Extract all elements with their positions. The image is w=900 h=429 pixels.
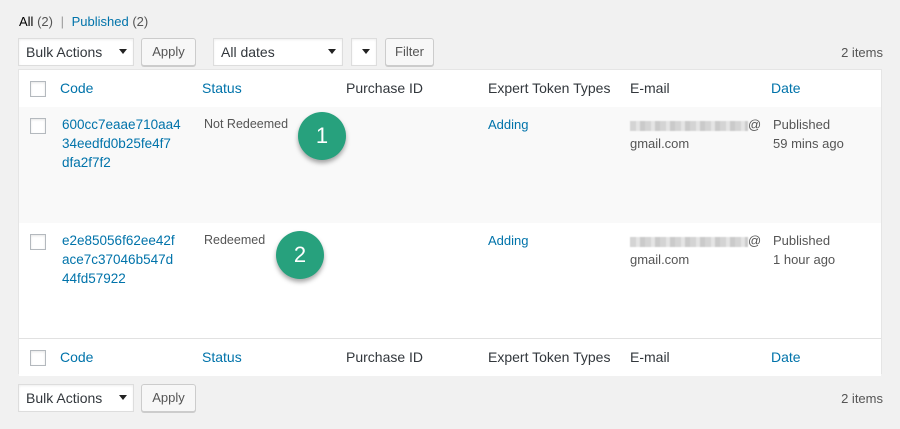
row-checkbox[interactable] [30,118,46,134]
table-row: 600cc7eaae710aa4 34eedfd0b25fe4f7 dfa2f7… [19,107,881,223]
view-filters: All (2) | Published (2) [19,14,148,29]
redacted-email [630,236,748,247]
token-type-link[interactable]: Adding [488,231,528,250]
bulk-actions-select-top[interactable]: Bulk Actions [18,38,134,66]
date-ago: 59 mins ago [773,136,844,151]
apply-button-bottom[interactable]: Apply [141,384,196,412]
chevron-down-icon [119,395,127,400]
table-header: Code Status Purchase ID Expert Token Typ… [19,70,881,108]
column-expert-token-types-footer: Expert Token Types [488,349,611,365]
code-line: dfa2f7f2 [62,155,111,170]
row-checkbox[interactable] [30,234,46,250]
annotation-badge-1: 1 [298,112,346,160]
email-domain: gmail.com [630,252,690,267]
column-purchase-id: Purchase ID [346,80,424,96]
column-email-footer: E-mail [630,349,670,365]
date-status: Published [773,117,831,132]
redacted-email [630,120,748,131]
bulk-actions-select-bottom[interactable]: Bulk Actions [18,384,134,412]
table-footer: Code Status Purchase ID Expert Token Typ… [19,338,881,376]
column-status[interactable]: Status [202,80,242,96]
code-line: 600cc7eaae710aa4 [62,117,181,132]
bulk-actions-select-top-value: Bulk Actions [26,44,103,60]
dates-filter-select-value: All dates [221,44,275,60]
status-text: Redeemed [204,233,266,247]
view-published-count: (2) [132,14,149,29]
secondary-filter-select[interactable] [351,38,377,66]
email-cell: @ gmail.com [630,115,761,153]
view-all-count: (2) [37,14,53,29]
status-text: Not Redeemed [204,117,289,131]
email-domain: gmail.com [630,136,690,151]
column-email: E-mail [630,80,670,96]
code-line: ace7c37046b547d [62,252,174,267]
column-expert-token-types: Expert Token Types [488,80,611,96]
chevron-down-icon [119,49,127,54]
select-all-checkbox-footer[interactable] [30,350,46,366]
code-link[interactable]: e2e85056f62ee42f ace7c37046b547d 44fd579… [62,231,187,288]
code-line: 34eedfd0b25fe4f7 [62,136,171,151]
table-row: e2e85056f62ee42f ace7c37046b547d 44fd579… [19,223,881,339]
items-count-top: 2 items [841,45,883,60]
select-all-checkbox[interactable] [30,81,46,97]
date-cell: Published 1 hour ago [773,231,835,269]
view-published-link[interactable]: Published [72,14,129,29]
dates-filter-select[interactable]: All dates [213,38,343,66]
annotation-badge-2: 2 [276,231,324,279]
date-cell: Published 59 mins ago [773,115,844,153]
chevron-down-icon [362,49,370,54]
code-line: e2e85056f62ee42f [62,233,175,248]
items-count-bottom: 2 items [841,391,883,406]
column-status-footer[interactable]: Status [202,349,242,365]
column-code[interactable]: Code [60,80,93,96]
token-type-link[interactable]: Adding [488,115,528,134]
column-purchase-id-footer: Purchase ID [346,349,424,365]
email-at: @ [748,117,762,132]
view-all-link[interactable]: All [19,14,33,29]
code-line: 44fd57922 [62,271,126,286]
bulk-actions-select-bottom-value: Bulk Actions [26,390,103,406]
codes-table: Code Status Purchase ID Expert Token Typ… [18,69,882,376]
apply-button-top[interactable]: Apply [141,38,196,66]
email-at: @ [748,233,762,248]
column-code-footer[interactable]: Code [60,349,93,365]
column-date-footer[interactable]: Date [771,349,801,365]
chevron-down-icon [328,49,336,54]
date-status: Published [773,233,831,248]
email-cell: @ gmail.com [630,231,761,269]
column-date[interactable]: Date [771,80,801,96]
code-link[interactable]: 600cc7eaae710aa4 34eedfd0b25fe4f7 dfa2f7… [62,115,187,172]
filter-button[interactable]: Filter [385,38,434,66]
date-ago: 1 hour ago [773,252,836,267]
view-separator: | [60,14,64,29]
